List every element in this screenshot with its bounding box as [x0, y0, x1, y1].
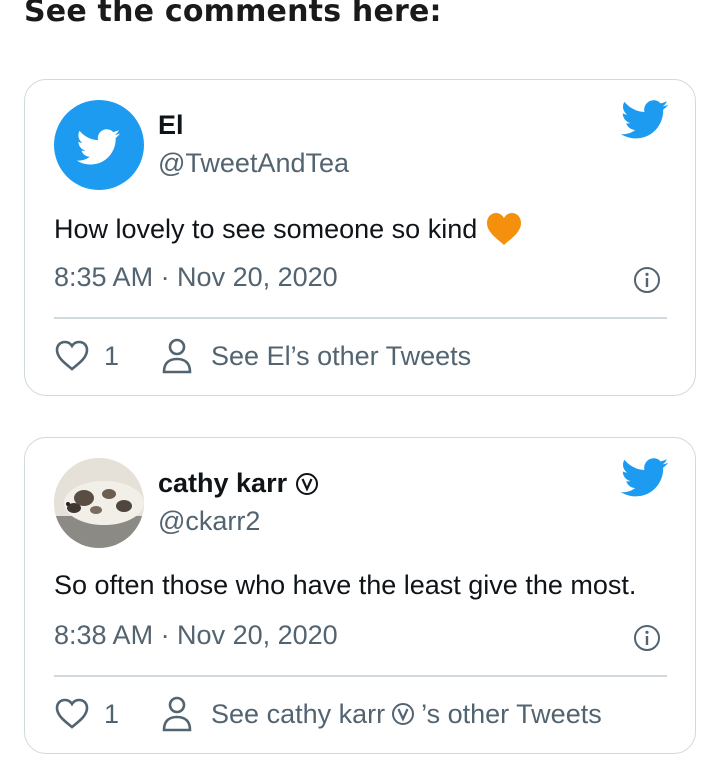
page-heading: See the comments here:	[24, 0, 442, 29]
dog-photo-image	[54, 458, 144, 548]
tweet-card[interactable]: El @TweetAndTea How lovely to see someon…	[24, 79, 696, 396]
circled-v-icon	[296, 472, 319, 495]
like-count[interactable]: 1	[104, 699, 119, 730]
divider	[54, 317, 667, 319]
tweet-text-content: How lovely to see someone so kind	[54, 213, 478, 244]
see-other-tweets-suffix[interactable]: ’s other Tweets	[421, 699, 602, 730]
info-icon[interactable]	[633, 624, 661, 652]
see-other-tweets-text[interactable]: See El’s other Tweets	[211, 341, 471, 372]
see-other-tweets-prefix[interactable]: See cathy karr	[211, 699, 385, 730]
display-name-text[interactable]: cathy karr	[158, 468, 287, 499]
profile-icon[interactable]	[161, 695, 193, 733]
tweet-card[interactable]: cathy karr @ckarr2 So often those who ha…	[24, 437, 696, 754]
tweet-text-content: So often those who have the least give t…	[54, 570, 637, 600]
user-handle[interactable]: @TweetAndTea	[158, 148, 349, 179]
tweet-text: So often those who have the least give t…	[54, 570, 636, 601]
avatar[interactable]	[54, 100, 144, 190]
heart-icon[interactable]	[54, 696, 90, 732]
heart-icon[interactable]	[54, 338, 90, 374]
info-icon[interactable]	[633, 266, 661, 294]
tweet-actions: 1 See cathy karr ’s other Tweets	[54, 694, 602, 734]
see-other-tweets-link[interactable]: See El’s other Tweets	[211, 341, 471, 372]
tweet-text: How lovely to see someone so kind	[54, 212, 523, 246]
avatar[interactable]	[54, 458, 144, 548]
divider	[54, 675, 667, 677]
display-name[interactable]: cathy karr	[158, 468, 319, 499]
twitter-logo-icon[interactable]	[621, 100, 669, 140]
tweet-actions: 1 See El’s other Tweets	[54, 336, 471, 376]
user-handle[interactable]: @ckarr2	[158, 506, 260, 537]
see-other-tweets-link[interactable]: See cathy karr ’s other Tweets	[211, 699, 602, 730]
circled-v-icon	[392, 703, 415, 725]
display-name[interactable]: El	[158, 110, 184, 141]
timestamp-link[interactable]: 8:35 AM · Nov 20, 2020	[54, 262, 338, 293]
orange-heart-emoji-icon	[487, 213, 522, 245]
twitter-bird-icon	[76, 129, 121, 165]
profile-icon[interactable]	[161, 337, 193, 375]
timestamp-link[interactable]: 8:38 AM · Nov 20, 2020	[54, 620, 338, 651]
twitter-logo-icon[interactable]	[621, 458, 669, 498]
display-name-text[interactable]: El	[158, 110, 184, 141]
like-count[interactable]: 1	[104, 341, 119, 372]
